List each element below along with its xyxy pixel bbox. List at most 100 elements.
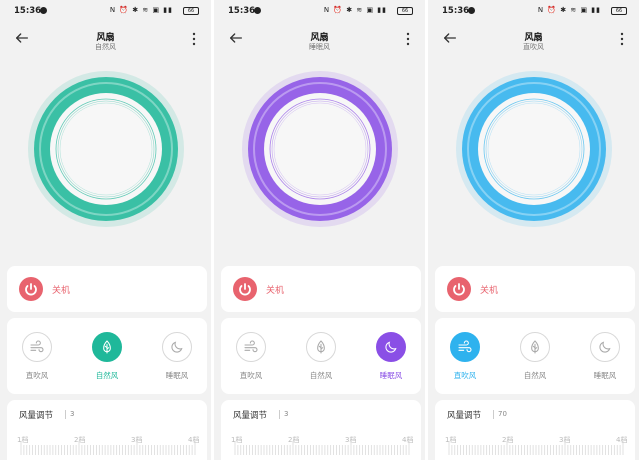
wind-icon [29, 339, 45, 355]
speed-tick-label: 4档 [616, 436, 628, 444]
mode-label: 睡眠风 [379, 371, 403, 380]
speed-card: 风量调节 70 1档 2档 3档 4档 [435, 400, 635, 460]
mode-button[interactable] [520, 332, 550, 362]
power-button[interactable] [447, 277, 471, 301]
page-subtitle: 自然风 [95, 43, 116, 51]
power-card: 关机 [7, 266, 207, 312]
speed-value: 70 [498, 410, 507, 418]
mode-button[interactable] [236, 332, 266, 362]
status-time: 15:36 [14, 6, 42, 16]
mode-button[interactable] [306, 332, 336, 362]
battery-icon: 66 [397, 7, 413, 15]
power-label: 关机 [480, 286, 499, 296]
fan-status-ring [242, 71, 398, 227]
status-icons: N ⏰ ✱ ≋ ▣ ▮▮ [109, 6, 173, 14]
page-subtitle: 睡眠风 [309, 43, 330, 51]
speed-tick-label: 1档 [17, 436, 29, 444]
mode-label: 自然风 [523, 371, 547, 380]
leaf-icon [99, 339, 115, 355]
speed-divider [493, 410, 494, 419]
mode-option-moon[interactable]: 睡眠风 [157, 332, 197, 381]
status-time: 15:36 [228, 6, 256, 16]
notification-dot [468, 7, 475, 14]
leaf-icon [313, 339, 329, 355]
mode-option-moon[interactable]: 睡眠风 [371, 332, 411, 381]
page-subtitle: 直吹风 [523, 43, 544, 51]
speed-tick-label: 2档 [288, 436, 300, 444]
speed-tick-label: 3档 [131, 436, 143, 444]
speed-tick-label: 2档 [74, 436, 86, 444]
speed-tick-label: 3档 [559, 436, 571, 444]
battery-icon: 66 [611, 7, 627, 15]
mode-option-leaf[interactable]: 自然风 [87, 332, 127, 381]
more-options-icon[interactable] [403, 32, 413, 46]
mode-option-wind[interactable]: 直吹风 [445, 332, 485, 381]
status-icons: N ⏰ ✱ ≋ ▣ ▮▮ [323, 6, 387, 14]
speed-slider[interactable] [447, 433, 625, 460]
mode-option-wind[interactable]: 直吹风 [231, 332, 271, 381]
mode-button[interactable] [22, 332, 52, 362]
speed-divider [279, 410, 280, 419]
moon-icon [169, 339, 185, 355]
speed-value: 3 [284, 410, 289, 418]
mode-option-wind[interactable]: 直吹风 [17, 332, 57, 381]
power-card: 关机 [435, 266, 635, 312]
power-button[interactable] [19, 277, 43, 301]
mode-button[interactable] [92, 332, 122, 362]
more-options-icon[interactable] [189, 32, 199, 46]
mode-card: 直吹风 自然风 睡眠风 [221, 318, 421, 394]
mode-button[interactable] [450, 332, 480, 362]
speed-tick-label: 4档 [188, 436, 200, 444]
mode-button[interactable] [162, 332, 192, 362]
wind-icon [243, 339, 259, 355]
status-bar: 15:36 N ⏰ ✱ ≋ ▣ ▮▮ 66 [0, 0, 211, 22]
speed-tick-label: 2档 [502, 436, 514, 444]
speed-slider[interactable] [19, 433, 197, 460]
status-bar: 15:36 N ⏰ ✱ ≋ ▣ ▮▮ 66 [214, 0, 425, 22]
app-header: 风扇 自然风 [0, 26, 211, 56]
leaf-icon [527, 339, 543, 355]
notification-dot [40, 7, 47, 14]
app-header: 风扇 睡眠风 [214, 26, 425, 56]
mode-label: 直吹风 [453, 371, 477, 380]
battery-icon: 66 [183, 7, 199, 15]
mode-label: 睡眠风 [593, 371, 617, 380]
mode-card: 直吹风 自然风 睡眠风 [7, 318, 207, 394]
fan-panel-2: 15:36 N ⏰ ✱ ≋ ▣ ▮▮ 66 风扇 睡眠风 关机 直吹风 自然风 [214, 0, 425, 460]
speed-card: 风量调节 3 1档 2档 3档 4档 [7, 400, 207, 460]
power-icon [25, 283, 37, 296]
speed-slider[interactable] [233, 433, 411, 460]
speed-tick-label: 1档 [231, 436, 243, 444]
speed-tick-label: 3档 [345, 436, 357, 444]
speed-title: 风量调节 [19, 411, 54, 421]
power-card: 关机 [221, 266, 421, 312]
fan-panel-3: 15:36 N ⏰ ✱ ≋ ▣ ▮▮ 66 风扇 直吹风 关机 直吹风 自然风 [428, 0, 639, 460]
speed-divider [65, 410, 66, 419]
fan-status-ring [456, 71, 612, 227]
status-time: 15:36 [442, 6, 470, 16]
fan-status-ring [28, 71, 184, 227]
mode-label: 自然风 [95, 371, 119, 380]
mode-label: 直吹风 [25, 371, 49, 380]
fan-panel-1: 15:36 N ⏰ ✱ ≋ ▣ ▮▮ 66 风扇 自然风 关机 直吹风 自然风 [0, 0, 211, 460]
power-label: 关机 [52, 286, 71, 296]
mode-button[interactable] [376, 332, 406, 362]
status-icons: N ⏰ ✱ ≋ ▣ ▮▮ [537, 6, 601, 14]
moon-icon [383, 339, 399, 355]
more-options-icon[interactable] [617, 32, 627, 46]
speed-tick-label: 1档 [445, 436, 457, 444]
mode-label: 睡眠风 [165, 371, 189, 380]
mode-option-leaf[interactable]: 自然风 [301, 332, 341, 381]
status-bar: 15:36 N ⏰ ✱ ≋ ▣ ▮▮ 66 [428, 0, 639, 22]
mode-card: 直吹风 自然风 睡眠风 [435, 318, 635, 394]
mode-option-moon[interactable]: 睡眠风 [585, 332, 625, 381]
mode-option-leaf[interactable]: 自然风 [515, 332, 555, 381]
power-button[interactable] [233, 277, 257, 301]
mode-button[interactable] [590, 332, 620, 362]
speed-title: 风量调节 [233, 411, 268, 421]
notification-dot [254, 7, 261, 14]
mode-label: 自然风 [309, 371, 333, 380]
power-icon [453, 283, 465, 296]
speed-value: 3 [70, 410, 75, 418]
speed-title: 风量调节 [447, 411, 482, 421]
